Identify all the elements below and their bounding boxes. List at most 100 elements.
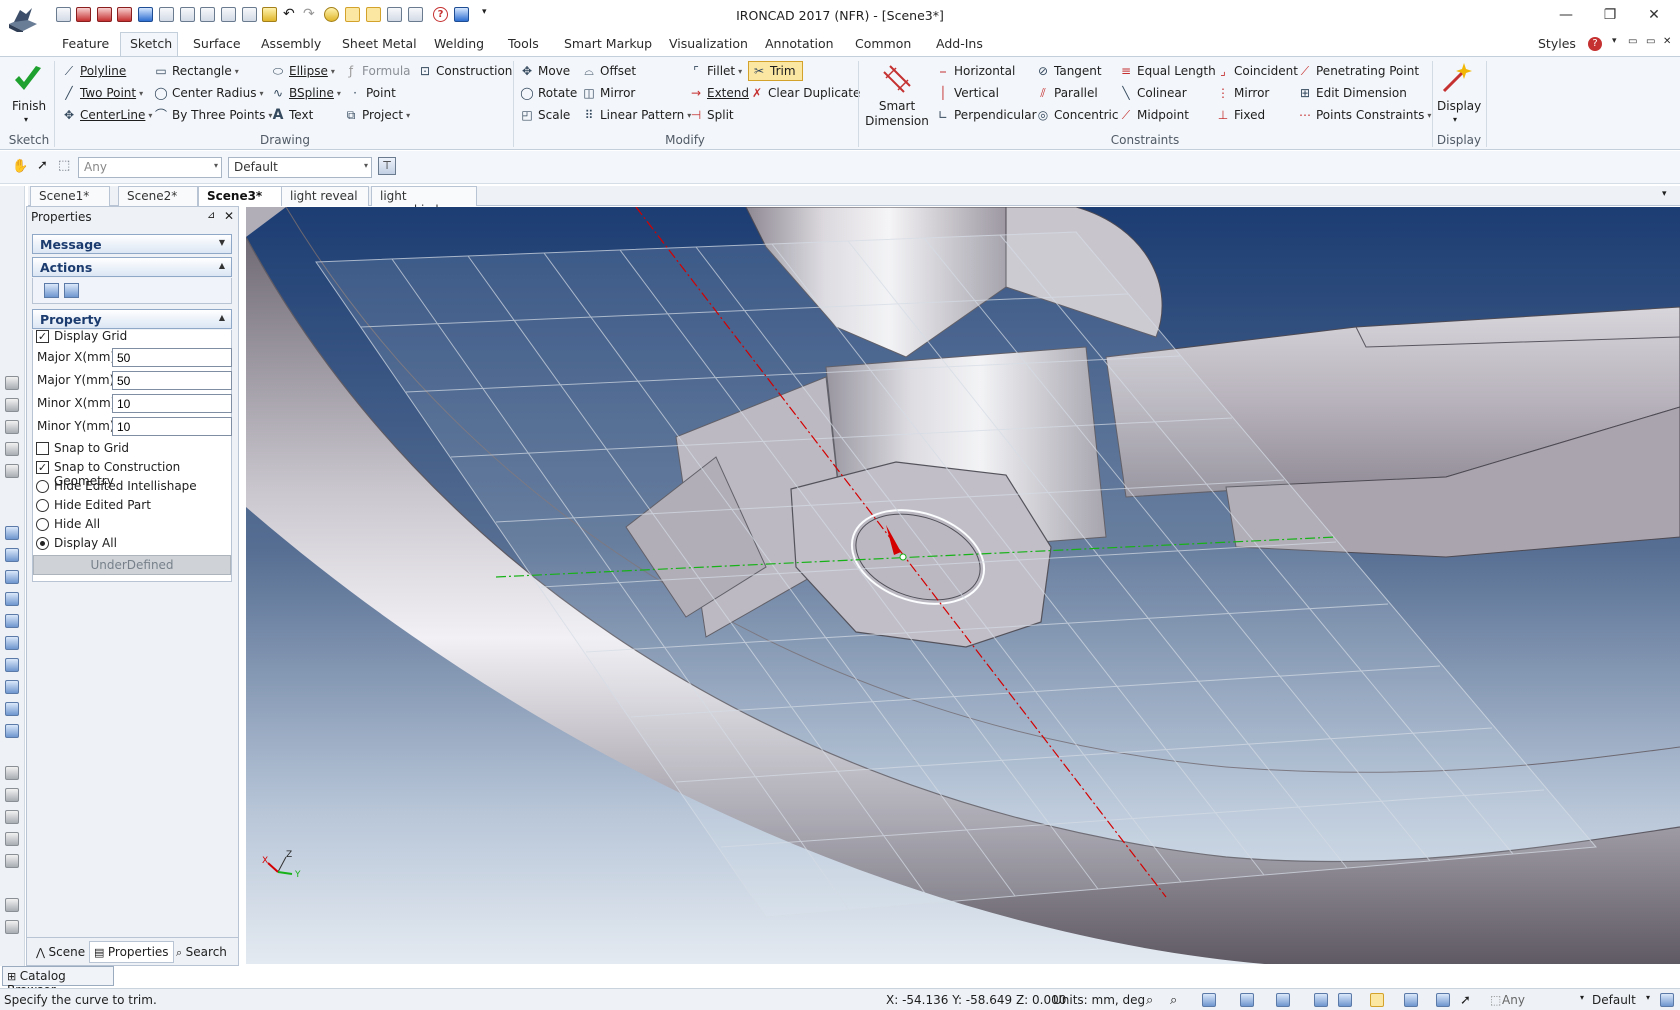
text-button[interactable]: A Text <box>271 106 314 124</box>
render-mode-icon[interactable] <box>1314 993 1328 1007</box>
help-icon[interactable]: ? <box>1588 37 1602 51</box>
tangent-constraint-button[interactable]: ⊘ Tangent <box>1036 62 1102 80</box>
orbit-icon[interactable] <box>1276 993 1290 1007</box>
smart-dimension-label-2[interactable]: Dimension <box>862 114 932 128</box>
tab-common[interactable]: Common <box>855 36 911 51</box>
rectangle-button[interactable]: ▭ Rectangle ▾ <box>154 62 238 80</box>
parallel-constraint-button[interactable]: ⫽ Parallel <box>1036 84 1097 102</box>
status-style-value[interactable]: Default <box>1592 993 1636 1007</box>
formula-button[interactable]: ƒ Formula <box>344 62 411 80</box>
clear-duplicate-button[interactable]: ✗ Clear Duplicate <box>750 84 860 102</box>
select-mode-icon[interactable] <box>1436 993 1450 1007</box>
tool-icon-3[interactable] <box>5 420 19 434</box>
message-section[interactable]: Message ▼ <box>32 234 232 254</box>
select-box-icon[interactable]: ⬚ <box>58 158 70 173</box>
bottom-tab-scene[interactable]: ⋀ Scene <box>31 941 90 963</box>
centerline-button[interactable]: ✥ CenterLine ▾ <box>62 106 152 124</box>
major-y-input[interactable] <box>112 371 232 390</box>
hide-intellishape-radio[interactable] <box>36 480 49 493</box>
hierarchy-status-icon[interactable] <box>1660 993 1674 1007</box>
tab-add-ins[interactable]: Add-Ins <box>936 36 983 51</box>
ribbon-minimize-icon[interactable]: ▭ <box>1628 36 1637 47</box>
trim-button[interactable]: ✂ Trim <box>748 61 803 81</box>
torus-shape-icon[interactable] <box>5 724 19 738</box>
cone-shape-icon[interactable] <box>5 680 19 694</box>
coincident-button[interactable]: ⌟ Coincident <box>1216 62 1298 80</box>
hide-all-radio[interactable] <box>36 518 49 531</box>
sketch-arc-icon[interactable] <box>5 788 19 802</box>
tool-icon-1[interactable] <box>5 376 19 390</box>
display-grid-checkbox[interactable]: ✓ <box>36 330 49 343</box>
status-filter-value[interactable]: Any <box>1502 993 1525 1007</box>
tab-welding[interactable]: Welding <box>434 36 484 51</box>
doc-tab-light-reveal[interactable]: light reveal <box>281 186 369 206</box>
property-section[interactable]: Property ▲ <box>32 309 232 329</box>
sketch-point-icon[interactable] <box>5 854 19 868</box>
tab-smart-markup[interactable]: Smart Markup <box>564 36 652 51</box>
doc-tab-light-reveal-icd[interactable]: light reveal.icd <box>371 186 477 217</box>
zoom-icon[interactable]: ⌕ <box>1146 993 1153 1008</box>
tab-assembly[interactable]: Assembly <box>261 36 321 51</box>
sketch-spline-icon[interactable] <box>5 832 19 846</box>
offset-button[interactable]: ⌓ Offset <box>582 62 636 80</box>
two-point-button[interactable]: ╱ Two Point ▾ <box>62 84 143 102</box>
spin-shape-icon[interactable] <box>5 570 19 584</box>
center-radius-button[interactable]: ◯ Center Radius ▾ <box>154 84 263 102</box>
close-panel-icon[interactable]: ✕ <box>224 209 234 223</box>
chevron-down-icon[interactable]: ▾ <box>1580 993 1584 1002</box>
pin-icon[interactable]: ⊿ <box>207 210 215 221</box>
tab-sketch[interactable]: Sketch <box>130 36 172 51</box>
perpendicular-button[interactable]: ∟ Perpendicular <box>936 106 1037 124</box>
colinear-button[interactable]: ╲ Colinear <box>1119 84 1186 102</box>
actions-section[interactable]: Actions ▲ <box>32 257 232 277</box>
display-button[interactable]: Display <box>1437 99 1481 113</box>
smart-dimension-icon[interactable] <box>880 62 914 96</box>
equal-length-button[interactable]: ≡ Equal Length <box>1119 62 1216 80</box>
display-dropdown-icon[interactable]: ▾ <box>1453 115 1457 124</box>
style-combo[interactable]: Default ▾ <box>228 157 372 178</box>
rotate-button[interactable]: ◯ Rotate <box>520 84 577 102</box>
doc-tab-scene2[interactable]: Scene2* <box>118 186 198 206</box>
view-box-icon[interactable] <box>1202 993 1216 1007</box>
display-wand-icon[interactable] <box>1440 61 1474 95</box>
project-button[interactable]: ⧉ Project ▾ <box>344 106 410 124</box>
sphere-shape-icon[interactable] <box>5 702 19 716</box>
polyline-button[interactable]: ⟋ Polyline <box>62 62 126 80</box>
styles-menu[interactable]: Styles <box>1538 36 1576 51</box>
extend-button[interactable]: → Extend <box>689 84 749 102</box>
tool-icon-4[interactable] <box>5 442 19 456</box>
finish-dropdown-icon[interactable]: ▾ <box>24 115 28 124</box>
split-button[interactable]: ⊣ Split <box>689 106 734 124</box>
shading-mode-icon[interactable] <box>1370 993 1384 1007</box>
hierarchy-icon[interactable]: ⊤ <box>378 157 396 175</box>
snap-construction-checkbox[interactable]: ✓ <box>36 461 49 474</box>
ribbon-close-icon[interactable]: ✕ <box>1663 36 1671 47</box>
move-button[interactable]: ✥ Move <box>520 62 570 80</box>
finish-check-icon[interactable] <box>12 63 44 95</box>
select-arrow-icon[interactable]: ➚ <box>37 158 48 173</box>
selection-filter-combo[interactable]: Any ▾ <box>78 157 222 178</box>
points-constraints-button[interactable]: ⋯ Points Constraints ▾ <box>1298 106 1431 124</box>
tab-annotation[interactable]: Annotation <box>765 36 834 51</box>
major-x-input[interactable] <box>112 348 232 367</box>
minor-y-input[interactable] <box>112 417 232 436</box>
loft-shape-icon[interactable] <box>5 614 19 628</box>
cylinder-shape-icon[interactable] <box>5 636 19 650</box>
concentric-button[interactable]: ◎ Concentric <box>1036 106 1119 124</box>
smart-dimension-label-1[interactable]: Smart <box>864 99 930 113</box>
point-button[interactable]: · Point <box>348 84 396 102</box>
hide-part-radio[interactable] <box>36 499 49 512</box>
view-cube-icon[interactable] <box>1240 993 1254 1007</box>
scene-render[interactable]: Z X Y <box>246 207 1680 964</box>
tab-surface[interactable]: Surface <box>193 36 241 51</box>
vertical-constraint-button[interactable]: │ Vertical <box>936 84 999 102</box>
action-table-icon[interactable] <box>64 283 79 298</box>
ribbon-restore-icon[interactable]: ▭ <box>1646 36 1655 47</box>
extrude-shape-icon[interactable] <box>5 548 19 562</box>
close-button[interactable]: ✕ <box>1634 4 1674 26</box>
ribbon-options-icon[interactable]: ▾ <box>1612 36 1617 46</box>
bspline-button[interactable]: ∿ BSpline ▾ <box>271 84 341 102</box>
edit-dimension-button[interactable]: ⊞ Edit Dimension <box>1298 84 1407 102</box>
snap-to-grid-checkbox[interactable] <box>36 442 49 455</box>
walk-icon[interactable] <box>1338 993 1352 1007</box>
